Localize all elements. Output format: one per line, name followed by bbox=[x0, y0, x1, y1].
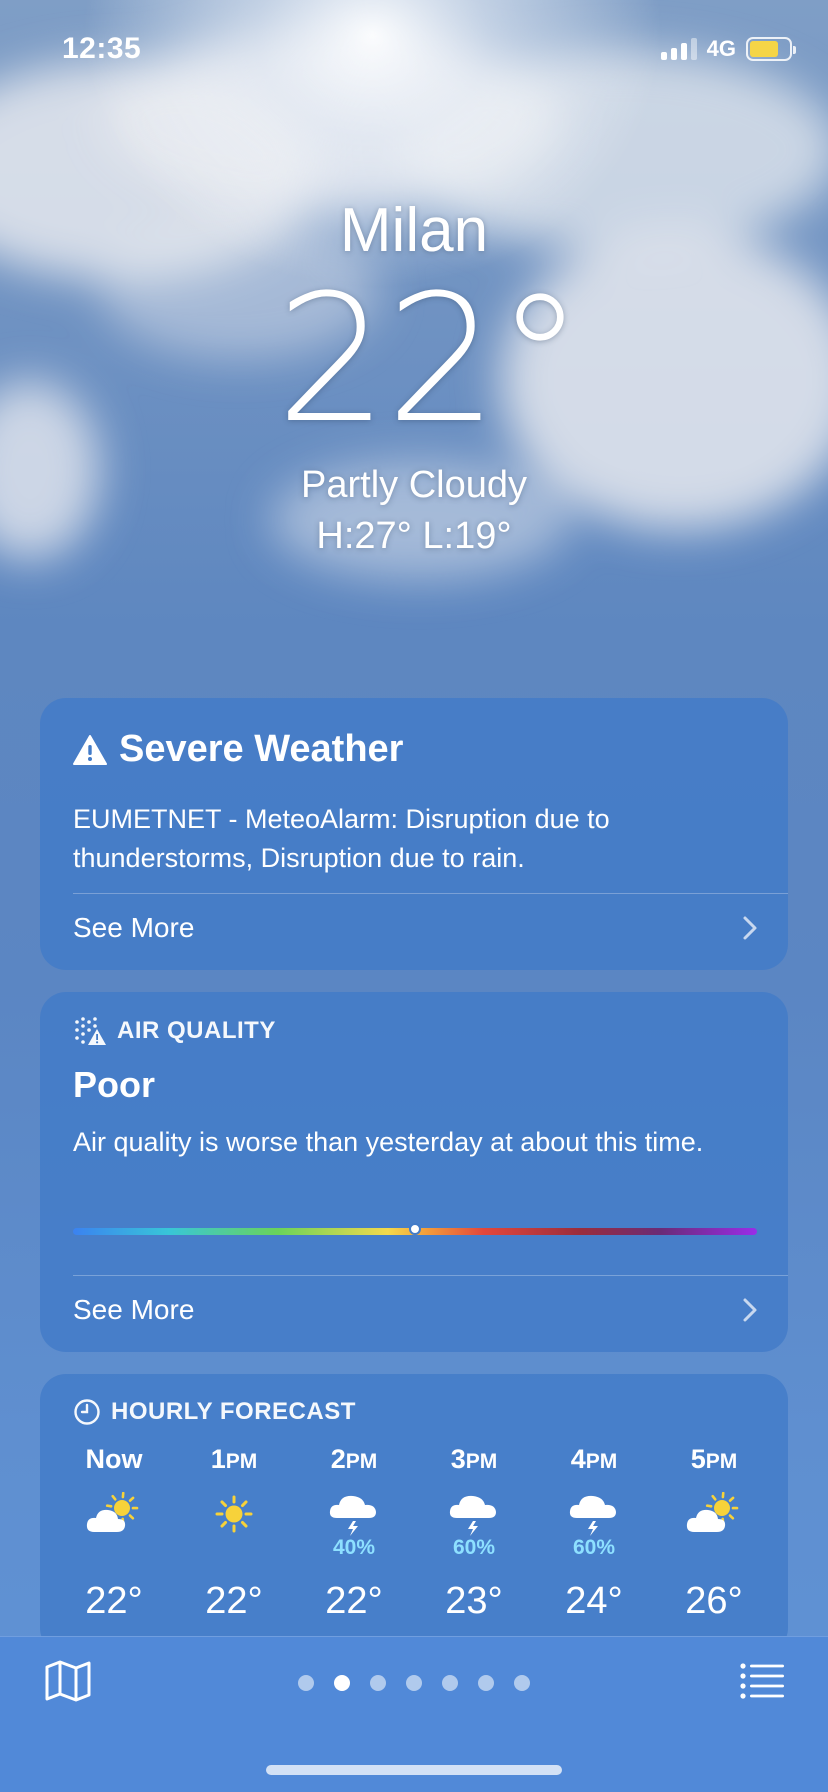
hour-label: 4PM bbox=[571, 1444, 618, 1484]
current-weather: Milan 22° Partly Cloudy H:27° L:19° bbox=[0, 200, 828, 558]
air-quality-icon bbox=[75, 1017, 106, 1045]
hourly-forecast-item: 2PM 40% 22° bbox=[294, 1444, 414, 1622]
page-dot[interactable] bbox=[478, 1675, 494, 1691]
hourly-forecast-item: 4PM 60% 24° bbox=[534, 1444, 654, 1622]
hour-value: 4 bbox=[570, 1444, 586, 1474]
cellular-signal-icon bbox=[660, 38, 697, 60]
hourly-forecast-list[interactable]: Now 22° 1PM 22° 2PM 40% 22° 3PM 60% 23° 4PM 60% 24° 5… bbox=[54, 1444, 774, 1622]
chevron-right-icon bbox=[743, 1298, 757, 1322]
severe-weather-description: EUMETNET - MeteoAlarm: Disruption due to… bbox=[73, 804, 610, 873]
page-dot-active[interactable] bbox=[334, 1675, 350, 1691]
warning-triangle-icon bbox=[73, 734, 107, 765]
hourly-temperature: 23° bbox=[445, 1580, 503, 1622]
page-dot[interactable] bbox=[298, 1675, 314, 1691]
hour-label: 3PM bbox=[451, 1444, 498, 1484]
network-type: 4G bbox=[706, 36, 736, 61]
hour-value: 2 bbox=[330, 1444, 346, 1474]
hourly-temperature: 26° bbox=[685, 1580, 743, 1622]
battery-icon bbox=[746, 37, 796, 61]
air-quality-see-more[interactable]: See More bbox=[73, 1290, 758, 1330]
hourly-forecast-header-label: HOURLY FORECAST bbox=[111, 1398, 356, 1425]
hour-label: 2PM bbox=[331, 1444, 378, 1484]
hourly-temperature: 22° bbox=[205, 1580, 263, 1622]
air-quality-level: Poor bbox=[73, 1064, 156, 1105]
hourly-forecast-header: HOURLY FORECAST bbox=[73, 1398, 356, 1426]
hourly-temperature: 22° bbox=[85, 1580, 143, 1622]
air-quality-card[interactable]: AIR QUALITY Poor Air quality is worse th… bbox=[40, 992, 788, 1352]
hour-label: Now bbox=[86, 1444, 143, 1484]
status-time: 12:35 bbox=[62, 32, 142, 65]
chevron-right-icon bbox=[743, 916, 757, 940]
hourly-temperature: 22° bbox=[325, 1580, 383, 1622]
current-condition: Partly Cloudy bbox=[301, 464, 527, 506]
page-dot[interactable] bbox=[514, 1675, 530, 1691]
hour-value: 5 bbox=[690, 1444, 706, 1474]
status-bar: 12:35 4G bbox=[0, 0, 828, 100]
hourly-forecast-card[interactable]: HOURLY FORECAST Now 22° 1PM 22° 2PM 40% 22° 3PM… bbox=[40, 1374, 788, 1654]
hourly-forecast-item: 1PM 22° bbox=[174, 1444, 294, 1622]
hour-suffix: PM bbox=[225, 1450, 258, 1473]
thunderstorm-icon: 40% bbox=[327, 1492, 381, 1562]
air-quality-header-label: AIR QUALITY bbox=[117, 1017, 276, 1044]
precipitation-chance: 40% bbox=[332, 1536, 376, 1559]
air-quality-indicator bbox=[409, 1223, 421, 1235]
hour-suffix: PM bbox=[585, 1450, 618, 1473]
partly-cloudy-icon bbox=[684, 1492, 744, 1562]
hour-suffix: PM bbox=[465, 1450, 498, 1473]
page-dot[interactable] bbox=[370, 1675, 386, 1691]
severe-weather-card[interactable]: Severe Weather EUMETNET - MeteoAlarm: Di… bbox=[40, 698, 788, 970]
page-dot[interactable] bbox=[442, 1675, 458, 1691]
severe-weather-title: Severe Weather bbox=[119, 728, 404, 770]
high-low-temperature: H:27° L:19° bbox=[316, 515, 512, 557]
list-icon[interactable] bbox=[740, 1663, 784, 1699]
sun-icon bbox=[212, 1492, 256, 1562]
city-name: Milan bbox=[339, 196, 489, 265]
hour-label: 1PM bbox=[211, 1444, 258, 1484]
air-quality-description: Air quality is worse than yesterday at a… bbox=[73, 1127, 704, 1157]
see-more-label: See More bbox=[73, 1294, 195, 1325]
partly-cloudy-icon bbox=[84, 1492, 144, 1562]
page-dot[interactable] bbox=[406, 1675, 422, 1691]
page-indicator[interactable] bbox=[0, 1675, 828, 1691]
home-indicator[interactable] bbox=[266, 1765, 562, 1775]
precipitation-chance: 60% bbox=[452, 1536, 496, 1559]
current-temperature: 22° bbox=[276, 257, 584, 462]
hour-value: 3 bbox=[450, 1444, 466, 1474]
hour-label: 5PM bbox=[691, 1444, 738, 1484]
divider bbox=[73, 1275, 788, 1276]
hour-value: Now bbox=[85, 1444, 143, 1474]
air-quality-header: AIR QUALITY bbox=[73, 1016, 276, 1046]
precipitation-chance: 60% bbox=[572, 1536, 616, 1559]
clock-icon bbox=[74, 1399, 100, 1425]
hourly-forecast-item: 5PM 26° bbox=[654, 1444, 774, 1622]
thunderstorm-icon: 60% bbox=[447, 1492, 501, 1562]
divider bbox=[73, 893, 788, 894]
see-more-label: See More bbox=[73, 912, 195, 943]
hourly-forecast-item: Now 22° bbox=[54, 1444, 174, 1622]
hour-value: 1 bbox=[210, 1444, 226, 1474]
severe-weather-see-more[interactable]: See More bbox=[73, 908, 758, 948]
hourly-temperature: 24° bbox=[565, 1580, 623, 1622]
hour-suffix: PM bbox=[705, 1450, 738, 1473]
hourly-forecast-item: 3PM 60% 23° bbox=[414, 1444, 534, 1622]
thunderstorm-icon: 60% bbox=[567, 1492, 621, 1562]
hour-suffix: PM bbox=[345, 1450, 378, 1473]
